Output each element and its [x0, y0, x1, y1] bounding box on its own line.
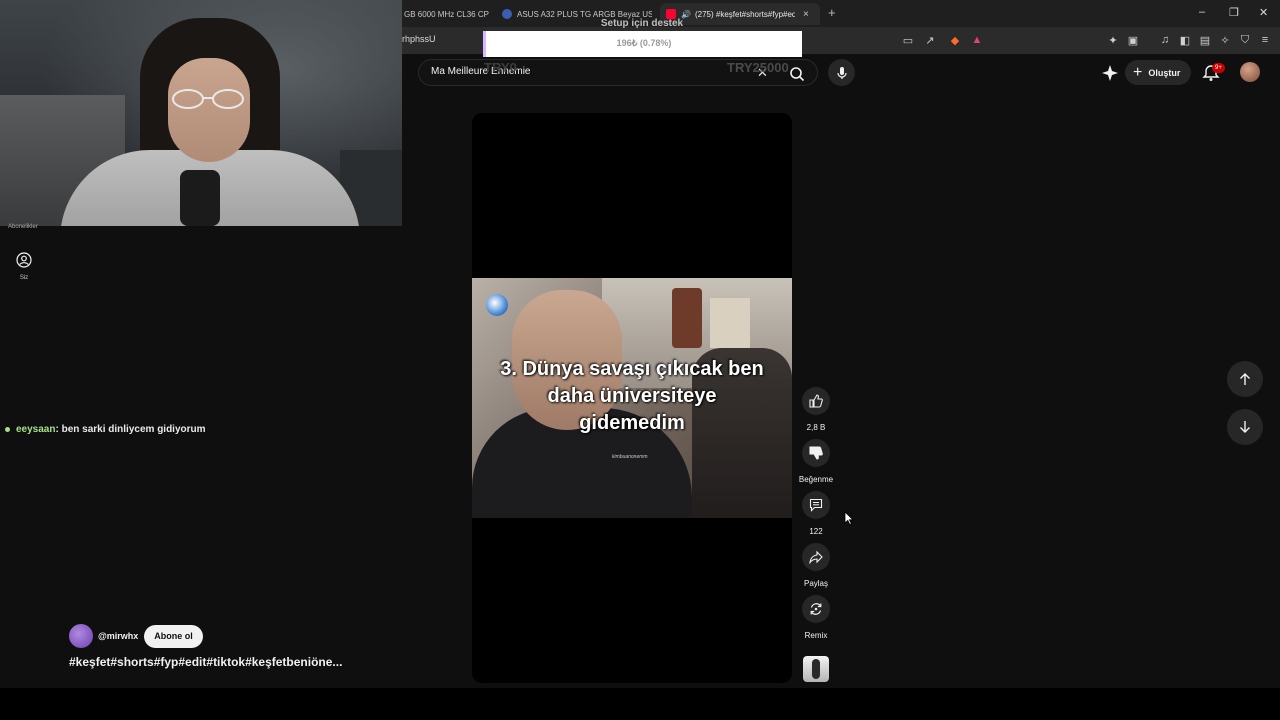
short-video-player[interactable]: 3. Dünya savaşı çıkıcak ben daha ünivers… [472, 113, 792, 683]
share-button[interactable] [802, 543, 830, 571]
chat-message: eeysaan : ben sarki dinliycem gidiyorum [5, 424, 206, 435]
like-action: 2,8 B [798, 387, 834, 432]
mouse-cursor-icon [844, 511, 854, 525]
minimize-button[interactable]: – [1199, 6, 1205, 18]
bottom-strip [0, 688, 1280, 720]
dislike-action: Beğenme [798, 439, 834, 484]
menu-icon[interactable]: ≡ [1258, 33, 1272, 47]
arrow-down-icon [1240, 421, 1250, 433]
comment-count: 122 [809, 527, 823, 536]
comment-icon [809, 498, 823, 512]
channel-logo-icon [486, 294, 508, 316]
remix-action: Remix [798, 595, 834, 640]
webcam-feed [0, 0, 402, 226]
brave-shield-icon[interactable]: ◆ [948, 33, 962, 47]
donation-title: Setup için destek [600, 18, 684, 29]
remix-icon [810, 603, 822, 615]
donation-progress-text: 196₺ (0.78%) [616, 38, 672, 48]
comments-button[interactable] [802, 491, 830, 519]
video-wall-art [672, 288, 702, 348]
video-frame: 3. Dünya savaşı çıkıcak ben daha ünivers… [472, 278, 792, 518]
donation-progress-bar: 196₺ (0.78%) [483, 31, 802, 57]
screenshot-icon[interactable]: ▣ [1126, 33, 1140, 47]
search-icon[interactable] [789, 66, 805, 82]
glasses-icon [172, 89, 244, 109]
thumbs-up-icon [809, 394, 823, 408]
tab-ram[interactable]: GB 6000 MHz CL36 CP [398, 3, 490, 25]
channel-avatar[interactable] [69, 624, 93, 648]
brave-rewards-icon[interactable]: ▲ [970, 33, 984, 47]
sound-thumbnail-figure [812, 659, 820, 679]
close-window-button[interactable]: ✕ [1259, 6, 1268, 19]
url-text[interactable]: rhphssU [402, 34, 436, 44]
sidebar-item-label: Siz [19, 275, 29, 281]
search-input[interactable] [431, 66, 751, 77]
tab-label: GB 6000 MHz CL36 CP [404, 9, 489, 19]
vpn-icon[interactable]: ⛉ [1238, 33, 1252, 47]
dislike-label: Beğenme [798, 475, 834, 484]
arrow-up-icon [1240, 373, 1250, 385]
dislike-button[interactable] [802, 439, 830, 467]
donation-goal-end: TRY25000 [727, 60, 789, 75]
share-page-icon[interactable]: ↗ [923, 33, 937, 47]
next-short-button[interactable] [1227, 409, 1263, 445]
chat-username: eeysaan [16, 424, 56, 435]
channel-name[interactable]: @mirwhx [98, 631, 138, 641]
share-label: Paylaş [803, 579, 828, 588]
sparkle-create-icon[interactable] [1101, 64, 1119, 82]
user-icon [16, 252, 32, 268]
subscriptions-label[interactable]: Abonelikler [8, 224, 38, 230]
sound-thumbnail[interactable] [803, 656, 829, 682]
restore-button[interactable]: ❐ [1229, 6, 1239, 19]
cast-icon[interactable]: ▭ [901, 33, 915, 47]
screen: GB 6000 MHz CL36 CP ASUS A32 PLUS TG ARG… [0, 0, 1280, 720]
remix-label: Remix [804, 631, 828, 640]
media-icon[interactable]: ♫ [1158, 33, 1172, 47]
sidebar-item-you[interactable]: Siz [10, 252, 38, 281]
sidebar-icon[interactable]: ◧ [1178, 33, 1192, 47]
create-label: Oluştur [1148, 67, 1181, 78]
mic-icon [836, 66, 847, 79]
like-count: 2,8 B [806, 423, 826, 432]
webcam-microphone [180, 170, 220, 226]
video-wall-frame [710, 298, 750, 348]
voice-search-button[interactable] [828, 59, 855, 86]
donation-goal-start: TRY0 [484, 60, 517, 75]
extensions-icon[interactable]: ✦ [1106, 33, 1120, 47]
channel-row: @mirwhx Abone ol [69, 624, 203, 648]
leo-ai-icon[interactable]: ✧ [1218, 33, 1232, 47]
plus-icon: + [1133, 63, 1143, 81]
previous-short-button[interactable] [1227, 361, 1263, 397]
webcam-person-face [168, 58, 250, 162]
short-title[interactable]: #keşfet#shorts#fyp#edit#tiktok#keşfetben… [69, 655, 342, 669]
share-action: Paylaş [798, 543, 834, 588]
new-tab-button[interactable]: + [828, 5, 836, 20]
wallet-icon[interactable]: ▤ [1198, 33, 1212, 47]
subscribe-button[interactable]: Abone ol [144, 624, 203, 648]
video-watermark: kimbuanonemm [612, 454, 648, 460]
thumbs-down-icon [809, 446, 823, 460]
asus-favicon-icon [502, 9, 512, 19]
create-button[interactable]: + Oluştur [1125, 60, 1191, 85]
account-avatar[interactable] [1240, 62, 1260, 82]
chat-status-dot [5, 427, 10, 432]
comment-action: 122 [798, 491, 834, 536]
video-caption: 3. Dünya savaşı çıkıcak ben daha ünivers… [500, 358, 764, 434]
notification-badge: 9+ [1212, 63, 1225, 73]
share-icon [809, 550, 823, 564]
chat-text: : ben sarki dinliycem gidiyorum [55, 424, 206, 435]
like-button[interactable] [802, 387, 830, 415]
remix-button[interactable] [802, 595, 830, 623]
tab-close-icon[interactable]: × [803, 9, 809, 20]
